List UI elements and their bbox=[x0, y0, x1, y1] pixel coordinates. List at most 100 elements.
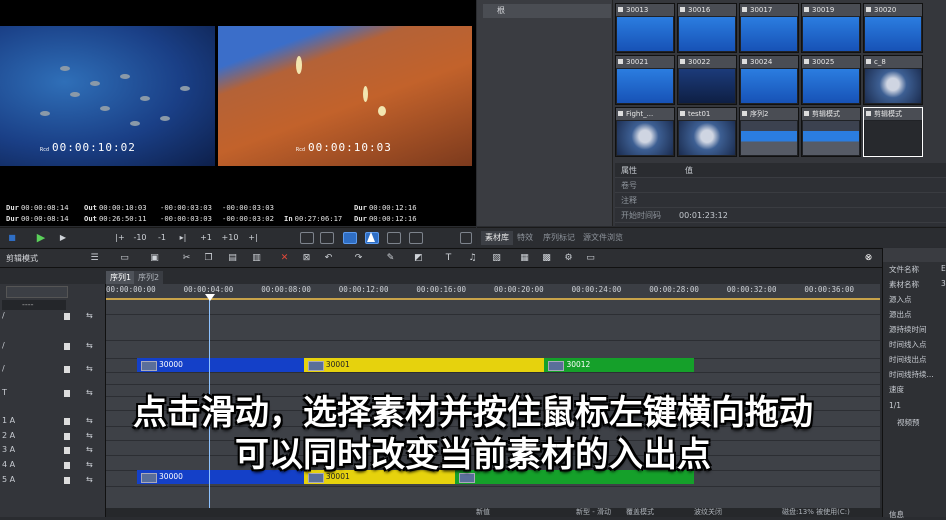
stop-icon[interactable]: ■ bbox=[6, 232, 18, 244]
folder-icon[interactable]: ▭ bbox=[118, 252, 131, 265]
bin-clip-thumbnail[interactable]: 30025 bbox=[801, 55, 861, 105]
bin-clip-thumbnail[interactable]: 剪辑模式 bbox=[863, 107, 923, 157]
props-key: 开始时间码 bbox=[621, 211, 661, 220]
bin-clip-thumbnail[interactable]: 30019 bbox=[801, 3, 861, 53]
bin-clip-thumbnail[interactable]: c_8 bbox=[863, 55, 923, 105]
track-header[interactable]: / ⇆ bbox=[0, 311, 106, 325]
tab-bin[interactable]: 素材库 bbox=[481, 231, 513, 245]
slide-mode-icon[interactable] bbox=[343, 232, 357, 244]
bin-clip-name: 30017 bbox=[740, 4, 798, 16]
trim-out-icon[interactable] bbox=[409, 232, 423, 244]
bin-clip-image bbox=[803, 69, 859, 103]
step-back-icon[interactable]: |+ bbox=[112, 232, 128, 244]
clip-info-value: E bbox=[941, 264, 946, 273]
mark-out-icon[interactable] bbox=[320, 232, 334, 244]
timeline-clip[interactable]: 30012 bbox=[544, 358, 694, 372]
delete-icon[interactable]: ✕ bbox=[278, 252, 291, 265]
save-icon[interactable]: ▣ bbox=[148, 252, 161, 265]
render-icon[interactable]: ▧ bbox=[490, 252, 503, 265]
clip-info-key: 时间线入点 bbox=[889, 340, 927, 349]
bin-clip-name: 30022 bbox=[678, 56, 736, 68]
pen-icon[interactable]: ✎ bbox=[384, 252, 397, 265]
settings-icon[interactable] bbox=[460, 232, 472, 244]
next-frame-icon[interactable]: ▶ bbox=[58, 232, 68, 244]
track-name: / bbox=[2, 364, 5, 373]
bin-clip-thumbnail[interactable]: 30021 bbox=[615, 55, 675, 105]
list-icon[interactable]: ☰ bbox=[88, 252, 101, 265]
bin-clip-thumbnail[interactable]: 剪辑模式 bbox=[801, 107, 861, 157]
ripple-delete-icon[interactable]: ⊠ bbox=[300, 252, 313, 265]
timeline-clip[interactable]: 30000 bbox=[137, 358, 304, 372]
bin-clip-thumbnail[interactable]: 30024 bbox=[739, 55, 799, 105]
back-10-button[interactable]: -10 bbox=[132, 232, 148, 244]
bin-clip-thumbnail[interactable]: 序列2 bbox=[739, 107, 799, 157]
ruler-tick-label: 00:00:32:00 bbox=[726, 285, 777, 294]
audio-icon[interactable]: ♫ bbox=[466, 252, 479, 265]
track-header[interactable]: / ⇆ bbox=[0, 341, 106, 355]
track-header[interactable]: 5 A ⇆ bbox=[0, 475, 106, 489]
mouse-cursor-icon bbox=[367, 232, 375, 242]
bin-clip-thumbnail[interactable]: Fight_... bbox=[615, 107, 675, 157]
track-lock-icon[interactable] bbox=[64, 313, 70, 320]
cut-icon[interactable]: ✂ bbox=[180, 252, 193, 265]
bin-clip-thumbnail[interactable]: 30022 bbox=[677, 55, 737, 105]
track-sync-icon[interactable]: ⇆ bbox=[86, 311, 93, 320]
back-1-button[interactable]: -1 bbox=[156, 232, 168, 244]
subtitle-line-1: 点击滑动，选择素材并按住鼠标左键横向拖动 bbox=[133, 393, 813, 433]
track-sync-icon[interactable]: ⇆ bbox=[86, 364, 93, 373]
track-lock-icon[interactable] bbox=[64, 343, 70, 350]
track-lock-icon[interactable] bbox=[64, 477, 70, 484]
track-sync-icon[interactable]: ⇆ bbox=[86, 475, 93, 484]
play-button[interactable]: ▶ bbox=[34, 232, 48, 244]
close-icon[interactable]: ⊗ bbox=[862, 252, 875, 265]
ruler-tick-label: 00:00:08:00 bbox=[261, 285, 311, 294]
marker-icon[interactable]: ◩ bbox=[412, 252, 425, 265]
readout-dur-b: Dur 00:00:12:16 bbox=[354, 203, 417, 212]
tab-effects[interactable]: 特效 bbox=[513, 231, 537, 245]
gear-icon[interactable]: ⚙ bbox=[562, 252, 575, 265]
title-icon[interactable]: T bbox=[442, 252, 455, 265]
snap-icon[interactable]: ▩ bbox=[540, 252, 553, 265]
readout-dur-a: Dur 00:00:08:14 bbox=[6, 203, 69, 212]
group-icon[interactable]: ▥ bbox=[250, 252, 263, 265]
props-value: 00:01:23:12 bbox=[679, 211, 728, 220]
bin-clip-thumbnail[interactable]: 30017 bbox=[739, 3, 799, 53]
tab-source-browser[interactable]: 源文件浏览 bbox=[579, 231, 627, 245]
trim-in-icon[interactable] bbox=[387, 232, 401, 244]
props-header-prop: 属性 bbox=[621, 166, 637, 175]
split-icon[interactable]: ▦ bbox=[518, 252, 531, 265]
paste-icon[interactable]: ▤ bbox=[226, 252, 239, 265]
forward-10-button[interactable]: +10 bbox=[220, 232, 240, 244]
tab-sequence-2[interactable]: 序列2 bbox=[134, 271, 164, 284]
ruler-tick-label: 00:00:24:00 bbox=[571, 285, 622, 294]
bin-clip-name: test01 bbox=[678, 108, 736, 120]
undo-icon[interactable]: ↶ bbox=[322, 252, 335, 265]
export-icon[interactable]: ▭ bbox=[584, 252, 597, 265]
mark-in-icon[interactable] bbox=[300, 232, 314, 244]
playhead-handle[interactable] bbox=[205, 294, 215, 301]
ruler-tick-label: 00:00:36:00 bbox=[804, 285, 855, 294]
tree-root-folder[interactable]: 根 bbox=[483, 4, 611, 18]
step-forward-icon[interactable]: ▸| bbox=[176, 232, 190, 244]
timeline-clip[interactable]: 30001 bbox=[303, 358, 545, 372]
copy-icon[interactable]: ❐ bbox=[202, 252, 215, 265]
track-lock-icon[interactable] bbox=[64, 366, 70, 373]
ruler-tick-label: 00:00:04:00 bbox=[183, 285, 234, 294]
clip-info-key: 源入点 bbox=[889, 295, 912, 304]
tab-sequence-1[interactable]: 序列1 bbox=[106, 271, 136, 284]
tab-sequence-markers[interactable]: 序列标记 bbox=[539, 231, 579, 245]
props-header-val: 值 bbox=[685, 166, 693, 175]
bin-clip-thumbnail[interactable]: 30020 bbox=[863, 3, 923, 53]
forward-1-button[interactable]: +1 bbox=[198, 232, 214, 244]
timeline-ruler[interactable]: 00:00:00:00 00:00:04:00 00:00:08:00 00:00:1… bbox=[106, 284, 880, 300]
bin-clip-thumbnail[interactable]: 30013 bbox=[615, 3, 675, 53]
play-to-end-icon[interactable]: +| bbox=[246, 232, 260, 244]
bin-clip-name: 30025 bbox=[802, 56, 860, 68]
bin-clip-image bbox=[865, 69, 921, 103]
track-sync-icon[interactable]: ⇆ bbox=[86, 341, 93, 350]
redo-icon[interactable]: ↷ bbox=[352, 252, 365, 265]
track-header[interactable]: / ⇆ bbox=[0, 364, 106, 378]
timeline-toolbar: 剪辑模式 ☰ ▭ ▣ ✂ ❐ ▤ ▥ ✕ ⊠ ↶ ↷ ✎ ◩ T ♫ ▧ ▦ ▩… bbox=[0, 248, 946, 268]
bin-clip-thumbnail[interactable]: 30016 bbox=[677, 3, 737, 53]
bin-clip-thumbnail[interactable]: test01 bbox=[677, 107, 737, 157]
